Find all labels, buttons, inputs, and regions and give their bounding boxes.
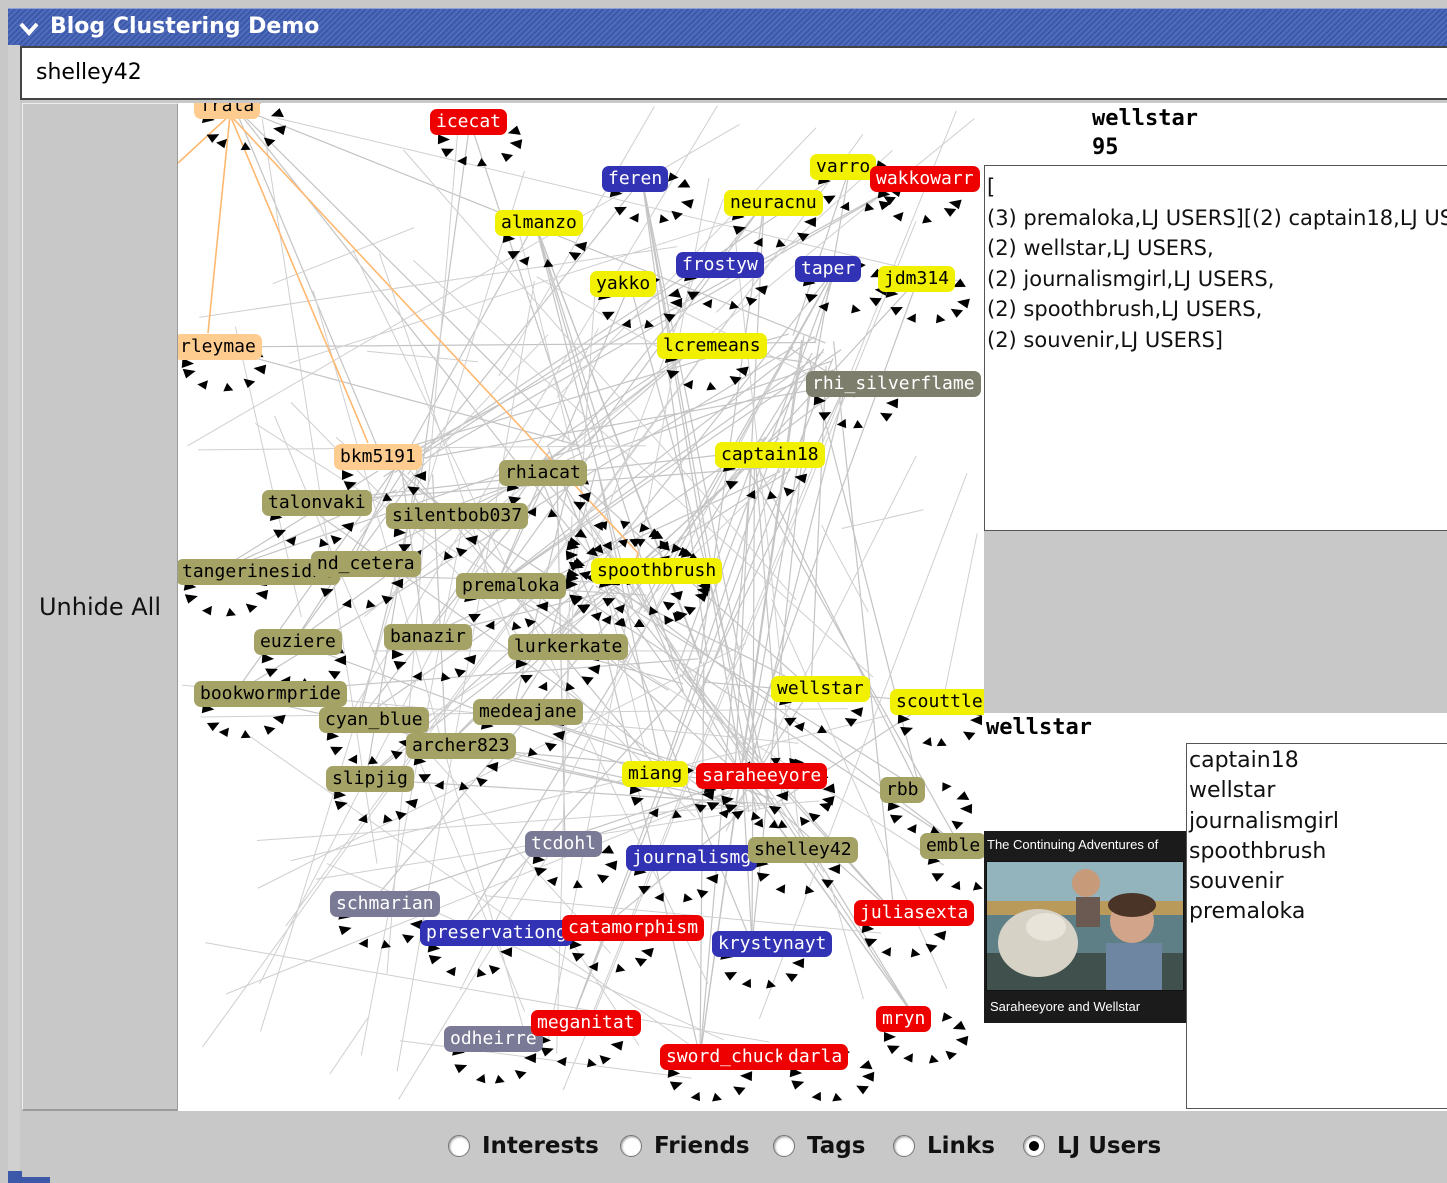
- graph-node[interactable]: meganitat: [531, 1010, 641, 1036]
- info-line: (2) journalismgirl,LJ USERS,: [987, 266, 1275, 291]
- friend-list-item[interactable]: souvenir: [1189, 867, 1447, 897]
- graph-node[interactable]: premaloka: [456, 573, 566, 599]
- graph-node[interactable]: shelley42: [748, 837, 858, 863]
- radio-label: Interests: [482, 1133, 599, 1159]
- graph-node[interactable]: lurkerkate: [508, 634, 629, 660]
- graph-node[interactable]: jdm314: [878, 266, 956, 292]
- userpic-caption-bottom: Saraheeyore and Wellstar: [990, 999, 1141, 1014]
- radio-tags[interactable]: Tags: [773, 1133, 865, 1159]
- graph-node[interactable]: rhiacat: [499, 460, 587, 486]
- friend-list-item[interactable]: wellstar: [1189, 776, 1447, 806]
- graph-node[interactable]: scouttle: [890, 689, 984, 715]
- graph-node[interactable]: juliasexta: [854, 900, 975, 926]
- cluster-info-text: [ (3) premaloka,LJ USERS][(2) captain18,…: [984, 165, 1447, 531]
- graph-node[interactable]: odheirre: [444, 1026, 543, 1052]
- graph-edges: [178, 103, 984, 1102]
- graph-node[interactable]: varro: [810, 154, 877, 180]
- info-line: [: [987, 175, 996, 199]
- graph-node[interactable]: emble: [920, 833, 984, 859]
- radio-button-icon[interactable]: [773, 1135, 795, 1157]
- graph-node[interactable]: silentbob037: [386, 503, 529, 529]
- selected-node-name: wellstar: [1092, 106, 1198, 131]
- graph-node[interactable]: mryn: [876, 1006, 932, 1032]
- graph-node[interactable]: saraheeyore: [696, 763, 828, 789]
- graph-node[interactable]: rhi_silverflame: [806, 371, 981, 397]
- graph-node[interactable]: frala: [194, 103, 261, 119]
- unhide-all-button[interactable]: Unhide All: [22, 103, 179, 1111]
- graph-node[interactable]: journalismg: [626, 845, 758, 871]
- userpic-photo: [986, 861, 1184, 991]
- user-userpic: The Continuing Adventures of Saraheeyore…: [984, 831, 1186, 1023]
- radio-lj-users[interactable]: LJ Users: [1023, 1133, 1161, 1159]
- window-left-border: [8, 45, 50, 1183]
- radio-friends[interactable]: Friends: [620, 1133, 750, 1159]
- graph-node[interactable]: icecat: [430, 109, 508, 135]
- chevron-down-icon[interactable]: [18, 17, 40, 39]
- graph-node[interactable]: rleymae: [178, 334, 262, 360]
- radio-links[interactable]: Links: [893, 1133, 995, 1159]
- graph-node[interactable]: schmarian: [330, 891, 440, 917]
- info-line: (2) souvenir,LJ USERS]: [987, 327, 1223, 352]
- graph-node[interactable]: bookwormpride: [194, 681, 347, 707]
- graph-node[interactable]: almanzo: [495, 210, 583, 236]
- graph-node[interactable]: miang: [622, 761, 689, 787]
- info-header: wellstar 95: [984, 103, 1447, 165]
- detail-user-name: wellstar: [986, 715, 1092, 740]
- friend-list-item[interactable]: spoothbrush: [1189, 837, 1447, 867]
- graph-node[interactable]: preservationg: [420, 920, 573, 946]
- radio-label: Friends: [654, 1133, 750, 1159]
- graph-node[interactable]: rbb: [880, 777, 925, 803]
- graph-node[interactable]: captain18: [715, 442, 825, 468]
- graph-canvas[interactable]: frala icecat feren varro wakkowarr neuracnu al…: [178, 103, 984, 1111]
- graph-node[interactable]: darla: [782, 1044, 849, 1070]
- radio-button-icon[interactable]: [620, 1135, 642, 1157]
- window-title: Blog Clustering Demo: [50, 14, 320, 39]
- info-line: (3) premaloka,LJ USERS][(2) captain18,LJ…: [987, 205, 1447, 230]
- graph-node[interactable]: frostyw: [676, 252, 764, 278]
- radio-button-icon[interactable]: [448, 1135, 470, 1157]
- graph-node[interactable]: krystynayt: [712, 931, 833, 957]
- graph-node[interactable]: feren: [602, 166, 669, 192]
- selected-node-count: 95: [1092, 135, 1119, 160]
- graph-node[interactable]: taper: [795, 256, 862, 282]
- graph-node[interactable]: archer823: [406, 733, 516, 759]
- mode-radio-group: Interests Friends Tags Links LJ Users: [22, 1111, 1447, 1177]
- radio-interests[interactable]: Interests: [448, 1133, 599, 1159]
- graph-node[interactable]: nd_cetera: [311, 551, 421, 577]
- graph-node[interactable]: talonvaki: [262, 490, 372, 516]
- radio-label: Tags: [807, 1133, 866, 1159]
- graph-node[interactable]: wakkowarr: [870, 166, 980, 192]
- graph-node[interactable]: medeajane: [473, 699, 583, 725]
- graph-node[interactable]: slipjig: [326, 766, 414, 792]
- friend-list-item[interactable]: premaloka: [1189, 897, 1447, 927]
- friend-list[interactable]: captain18 wellstar journalismgirl spooth…: [1186, 743, 1447, 1109]
- friend-list-item[interactable]: captain18: [1189, 746, 1447, 776]
- graph-node[interactable]: lcremeans: [657, 333, 767, 359]
- window-titlebar: Blog Clustering Demo: [8, 8, 1447, 46]
- graph-node[interactable]: spoothbrush: [591, 558, 723, 584]
- graph-node[interactable]: banazir: [384, 624, 472, 650]
- search-input[interactable]: shelley42: [20, 46, 1447, 100]
- friend-list-item[interactable]: journalismgirl: [1189, 807, 1447, 837]
- userpic-caption-top: The Continuing Adventures of: [987, 837, 1159, 852]
- graph-node[interactable]: neuracnu: [724, 190, 823, 216]
- graph-node[interactable]: euziere: [254, 629, 342, 655]
- info-line: (2) spoothbrush,LJ USERS,: [987, 297, 1263, 321]
- graph-node[interactable]: sword_chucks: [660, 1044, 803, 1070]
- info-line: (2) wellstar,LJ USERS,: [987, 236, 1214, 260]
- radio-label: LJ Users: [1057, 1133, 1162, 1159]
- graph-node[interactable]: catamorphism: [562, 915, 705, 941]
- graph-node[interactable]: wellstar: [771, 676, 870, 702]
- graph-node[interactable]: tcdohl: [525, 831, 603, 857]
- graph-node[interactable]: bkm5191: [334, 444, 422, 470]
- radio-button-icon[interactable]: [893, 1135, 915, 1157]
- graph-node[interactable]: cyan_blue: [319, 707, 429, 733]
- radio-button-selected-icon[interactable]: [1023, 1135, 1045, 1157]
- radio-label: Links: [927, 1133, 995, 1159]
- graph-node[interactable]: yakko: [590, 271, 657, 297]
- user-detail-panel: wellstar The Continuing Adventures of Sa…: [984, 713, 1447, 1111]
